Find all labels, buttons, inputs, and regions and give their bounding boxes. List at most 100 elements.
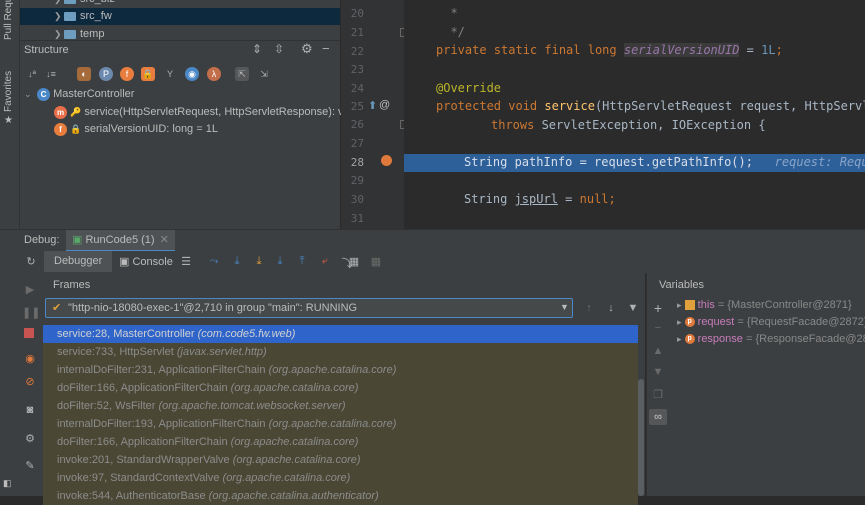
autoscroll-from-source-icon[interactable]: ⇲ [257,67,271,81]
mute-breakpoints-icon[interactable]: ⊘ [22,375,38,388]
code-editor[interactable]: * */ private static final long serialVer… [404,0,865,229]
pull-requests-tab[interactable]: Pull Requests [3,0,14,40]
project-tree: ❯src_biz ❯src_fw ❯temp [20,0,340,40]
close-icon[interactable]: ✕ [160,234,169,246]
sort-alpha-icon[interactable]: ↓ª [25,67,39,81]
step-into-icon[interactable]: ⤓ [251,255,267,268]
frame-row[interactable]: doFilter:166, ApplicationFilterChain (or… [43,379,638,397]
add-watch-icon[interactable]: + [650,300,666,316]
favorites-tab[interactable]: Favorites [3,71,14,112]
line-number: 31 [350,212,364,225]
resume-icon[interactable]: ▶ [22,283,38,296]
pause-icon[interactable]: ❚❚ [22,306,40,319]
remove-watch-icon[interactable]: − [650,322,666,334]
protected-icon: 🔑 [70,107,82,117]
overrides-icon[interactable]: ⬆ [368,99,377,112]
structure-class-node[interactable]: ⌄ C MasterController [24,86,134,103]
filter-icon[interactable]: ▼ [625,302,641,314]
trace-icon[interactable]: ▦ [368,255,384,268]
folder-icon [64,29,76,39]
show-execution-point-icon[interactable]: ⤳ [206,255,222,268]
frames-panel: Frames ✔ "http-nio-18080-exec-1"@2,710 i… [43,273,645,505]
thread-selector[interactable]: ✔ "http-nio-18080-exec-1"@2,710 in group… [45,298,573,318]
copy-icon[interactable]: ❐ [650,388,666,401]
table-icon[interactable]: ▦ [346,255,362,268]
editor-gutter[interactable]: 20 21 22 23 24 25 26 27 28 29 30 31 ⬆ @ [341,0,409,229]
structure-panel: Structure ⇕ ⇳ ⚙ − ↓ª ↓≡ ◐ P f 🔒 Y ◉ λ ⇱ … [20,40,358,230]
show-non-public-icon[interactable]: 🔒 [141,67,155,81]
lambda-icon[interactable]: λ [207,67,221,81]
chevron-right-icon: ▸ [677,317,682,327]
run-config-icon: ▣ [72,234,83,246]
variable-row-response[interactable]: ▸ p response = {ResponseFacade@287 [677,331,865,348]
step-over-icon[interactable]: ⤓ [229,255,245,268]
bottom-tab-icon[interactable]: ◧ [3,478,12,489]
breakpoint-icon[interactable] [381,155,392,166]
show-inherited-icon[interactable]: ◐ [77,67,91,81]
thread-label: "http-nio-18080-exec-1"@2,710 in group "… [68,302,358,314]
tree-item-src-fw[interactable]: ❯ src_fw [20,8,340,25]
view-breakpoints-icon[interactable]: ◉ [22,352,38,365]
frame-row[interactable]: invoke:544, AuthenticatorBase (org.apach… [43,487,638,505]
annotation-icon[interactable]: @ [379,99,390,111]
next-frame-icon[interactable]: ↓ [603,302,619,314]
method-icon: m [54,105,67,119]
drop-frame-icon[interactable]: ⤶ [317,255,333,268]
sort-visibility-icon[interactable]: ↓≡ [44,67,58,81]
folder-icon [64,0,76,4]
console-icon: ▣ [119,256,133,268]
field-icon: f [54,122,67,136]
debugger-toolbar: ↻ Debugger ▣ Console ☰ ⤳ ⤓ ⤓ ⤓ ⤒ ⤶ ⤵ ▦ ▦ [0,251,865,274]
line-number-current: 28 [350,156,364,169]
line-number: 21 [350,26,364,39]
show-anonymous-icon[interactable]: Y [163,67,177,81]
show-properties-icon[interactable]: P [99,67,113,81]
code-line-25: protected void service(HttpServletReques… [436,99,865,113]
collapse-all-icon[interactable]: ⇳ [274,42,284,56]
frame-row[interactable]: doFilter:52, WsFilter (org.apache.tomcat… [43,397,638,415]
tab-console[interactable]: ▣ Console [119,255,173,268]
tab-debugger[interactable]: Debugger [44,251,113,272]
scrollbar[interactable] [638,379,644,496]
expand-all-icon[interactable]: ⇕ [252,42,262,56]
code-line-26: throws ServletException, IOException { [491,118,766,132]
stop-icon[interactable] [24,328,34,338]
check-icon: ✔ [52,302,62,314]
gear-icon[interactable]: ⚙ [301,41,313,57]
structure-member-service[interactable]: m 🔑 service(HttpServletRequest, HttpServ… [54,104,358,121]
code-line-28: String pathInfo = request.getPathInfo();… [464,155,865,169]
autoscroll-to-source-icon[interactable]: ⇱ [235,67,249,81]
line-number: 25 [350,100,364,113]
line-number: 24 [350,82,364,95]
frame-row[interactable]: service:733, HttpServlet (javax.servlet.… [43,343,638,361]
variable-row-this[interactable]: ▸ this = {MasterController@2871} [677,297,852,314]
camera-icon[interactable]: ◙ [22,404,38,416]
settings-icon[interactable]: ⚙ [22,432,38,445]
move-down-icon[interactable]: ▼ [650,366,666,378]
previous-frame-icon[interactable]: ↑ [581,302,597,314]
structure-member-field[interactable]: f 🔒 serialVersionUID: long = 1L [54,121,218,138]
show-lambdas-icon[interactable]: ◉ [185,67,199,81]
frame-row[interactable]: service:28, MasterController (com.code5.… [43,325,638,343]
line-number: 30 [350,193,364,206]
line-number: 29 [350,174,364,187]
frame-row[interactable]: internalDoFilter:193, ApplicationFilterC… [43,415,638,433]
tab-runcode5[interactable]: ▣ RunCode5 (1) ✕ [66,230,175,253]
show-fields-icon[interactable]: f [120,67,134,81]
rerun-icon[interactable]: ↻ [23,255,39,268]
lock-icon: 🔒 [70,124,82,134]
frame-row[interactable]: invoke:97, StandardContextValve (org.apa… [43,469,638,487]
force-step-into-icon[interactable]: ⤓ [272,255,288,268]
variable-row-request[interactable]: ▸ p request = {RequestFacade@2872} [677,314,865,331]
step-out-icon[interactable]: ⤒ [294,255,310,268]
frame-row[interactable]: doFilter:166, ApplicationFilterChain (or… [43,433,638,451]
layout-icon[interactable]: ☰ [178,255,194,268]
infinity-icon[interactable]: ∞ [649,409,667,425]
pin-icon[interactable]: ✎ [22,459,38,472]
line-number: 20 [350,7,364,20]
frame-row[interactable]: internalDoFilter:231, ApplicationFilterC… [43,361,638,379]
tree-item-src-biz[interactable]: ❯src_biz [54,0,115,8]
frame-row[interactable]: invoke:201, StandardWrapperValve (org.ap… [43,451,638,469]
move-up-icon[interactable]: ▲ [650,345,666,357]
minimize-icon[interactable]: − [322,41,330,56]
